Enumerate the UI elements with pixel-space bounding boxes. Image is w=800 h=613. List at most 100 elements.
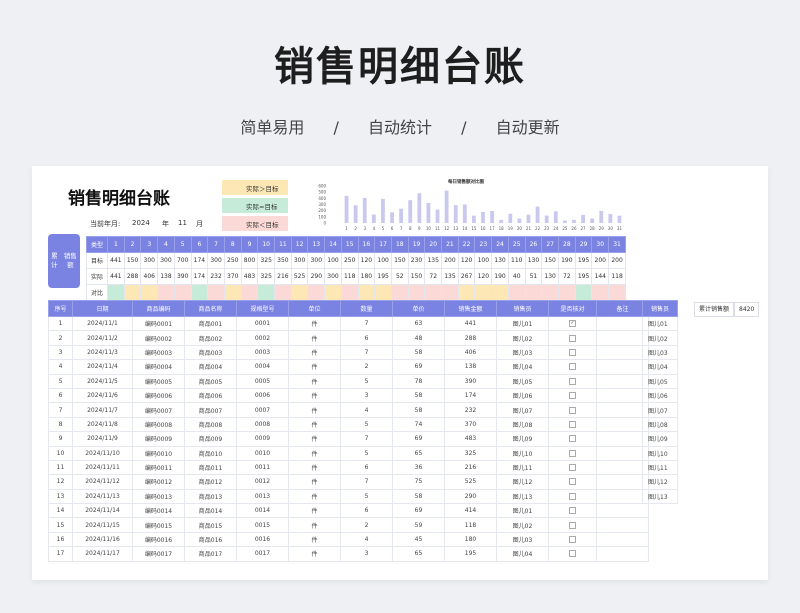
table-cell[interactable]: 2 <box>340 517 393 533</box>
verified-checkbox[interactable] <box>569 521 576 529</box>
table-cell[interactable]: 36 <box>392 459 445 476</box>
table-cell[interactable]: 图儿08 <box>496 416 549 433</box>
table-cell[interactable]: 件 <box>288 402 341 418</box>
table-cell[interactable]: 编码0017 <box>132 546 185 562</box>
table-cell[interactable]: 0005 <box>236 373 289 389</box>
table-cell[interactable]: 件 <box>288 474 341 490</box>
table-cell[interactable]: 45 <box>392 531 445 548</box>
table-cell[interactable] <box>596 474 649 490</box>
table-cell[interactable]: 编码0007 <box>132 402 185 418</box>
table-cell[interactable]: 图儿10 <box>496 445 549 461</box>
table-cell[interactable]: 59 <box>392 517 445 533</box>
table-cell[interactable]: 48 <box>392 330 445 346</box>
table-cell[interactable]: 11 <box>48 459 73 476</box>
table-cell[interactable]: 0013 <box>236 488 289 505</box>
table-cell[interactable]: 216 <box>444 459 497 476</box>
table-cell[interactable]: 2024/11/1 <box>72 315 133 332</box>
table-cell[interactable]: 58 <box>392 387 445 404</box>
column-header[interactable]: 单位 <box>288 300 341 317</box>
table-cell[interactable]: 58 <box>392 488 445 505</box>
table-cell[interactable]: 17 <box>48 546 73 562</box>
table-cell[interactable]: 商品011 <box>184 459 237 476</box>
table-cell[interactable]: 58 <box>392 402 445 418</box>
table-cell[interactable]: 370 <box>444 416 497 433</box>
table-cell[interactable]: 290 <box>444 488 497 505</box>
verified-checkbox[interactable] <box>569 348 576 356</box>
table-cell[interactable]: 14 <box>48 503 73 519</box>
verified-checkbox[interactable] <box>569 377 576 385</box>
table-cell[interactable]: 图儿12 <box>496 474 549 490</box>
table-cell[interactable]: 2 <box>340 359 393 375</box>
table-cell[interactable]: 65 <box>392 445 445 461</box>
table-cell[interactable]: 图儿03 <box>496 344 549 361</box>
table-cell[interactable]: 16 <box>48 531 73 548</box>
verified-checkbox[interactable] <box>569 435 576 443</box>
table-cell[interactable]: 件 <box>288 315 341 332</box>
table-cell[interactable] <box>596 315 649 332</box>
verified-checkbox[interactable] <box>569 507 576 515</box>
table-cell[interactable]: 75 <box>392 474 445 490</box>
table-cell[interactable]: 58 <box>392 344 445 361</box>
table-cell[interactable]: 13 <box>48 488 73 505</box>
table-cell[interactable] <box>596 445 649 461</box>
table-cell[interactable]: 7 <box>340 431 393 447</box>
table-cell[interactable]: 138 <box>444 359 497 375</box>
table-cell[interactable]: 69 <box>392 503 445 519</box>
table-cell[interactable]: 商品004 <box>184 359 237 375</box>
verified-checkbox[interactable] <box>569 420 576 428</box>
table-cell[interactable]: 74 <box>392 416 445 433</box>
table-cell[interactable]: 编码0016 <box>132 531 185 548</box>
table-cell[interactable]: 商品015 <box>184 517 237 533</box>
table-cell[interactable]: 63 <box>392 315 445 332</box>
table-cell[interactable]: 7 <box>340 315 393 332</box>
salesperson-item[interactable]: 图儿03 <box>642 344 678 361</box>
table-cell[interactable]: 2 <box>48 330 73 346</box>
year-value[interactable]: 2024 <box>132 219 150 227</box>
table-cell[interactable]: 图儿01 <box>496 315 549 332</box>
column-header[interactable]: 备注 <box>596 300 649 317</box>
table-cell[interactable]: 2024/11/5 <box>72 373 133 389</box>
table-cell[interactable]: 编码0005 <box>132 373 185 389</box>
salesperson-item[interactable]: 图儿10 <box>642 445 678 461</box>
table-cell[interactable]: 325 <box>444 445 497 461</box>
verified-checkbox[interactable] <box>569 492 576 500</box>
table-cell[interactable]: 0006 <box>236 387 289 404</box>
table-cell[interactable]: 7 <box>340 474 393 490</box>
table-cell[interactable]: 5 <box>340 488 393 505</box>
table-cell[interactable]: 商品002 <box>184 330 237 346</box>
table-cell[interactable]: 商品017 <box>184 546 237 562</box>
verified-checkbox[interactable] <box>569 334 576 342</box>
table-cell[interactable] <box>596 330 649 346</box>
column-header[interactable]: 商品编码 <box>132 300 185 317</box>
salesperson-item[interactable]: 图儿11 <box>642 459 678 476</box>
table-cell[interactable]: 商品008 <box>184 416 237 433</box>
verified-checkbox[interactable] <box>569 550 576 558</box>
table-cell[interactable]: 图儿13 <box>496 488 549 505</box>
table-cell[interactable]: 图儿01 <box>496 503 549 519</box>
table-cell[interactable]: 6 <box>48 387 73 404</box>
table-cell[interactable]: 390 <box>444 373 497 389</box>
table-cell[interactable]: 编码0010 <box>132 445 185 461</box>
table-cell[interactable]: 图儿02 <box>496 517 549 533</box>
table-cell[interactable]: 0007 <box>236 402 289 418</box>
table-cell[interactable]: 件 <box>288 387 341 404</box>
table-cell[interactable]: 编码0001 <box>132 315 185 332</box>
verified-checkbox[interactable] <box>569 449 576 457</box>
table-cell[interactable]: 10 <box>48 445 73 461</box>
table-cell[interactable]: 图儿07 <box>496 402 549 418</box>
table-cell[interactable]: 2024/11/9 <box>72 431 133 447</box>
table-cell[interactable]: 12 <box>48 474 73 490</box>
table-cell[interactable]: 2024/11/8 <box>72 416 133 433</box>
table-cell[interactable]: 69 <box>392 431 445 447</box>
table-cell[interactable]: 0004 <box>236 359 289 375</box>
cumulative-sales-button[interactable]: 累计 销售额 <box>48 234 80 288</box>
table-cell[interactable]: 3 <box>48 344 73 361</box>
table-cell[interactable]: 525 <box>444 474 497 490</box>
table-cell[interactable]: 174 <box>444 387 497 404</box>
table-cell[interactable]: 2024/11/16 <box>72 531 133 548</box>
verified-checkbox[interactable] <box>569 406 576 414</box>
table-cell[interactable]: 商品007 <box>184 402 237 418</box>
salesperson-item[interactable]: 图儿07 <box>642 402 678 418</box>
table-cell[interactable]: 0011 <box>236 459 289 476</box>
table-cell[interactable]: 编码0012 <box>132 474 185 490</box>
